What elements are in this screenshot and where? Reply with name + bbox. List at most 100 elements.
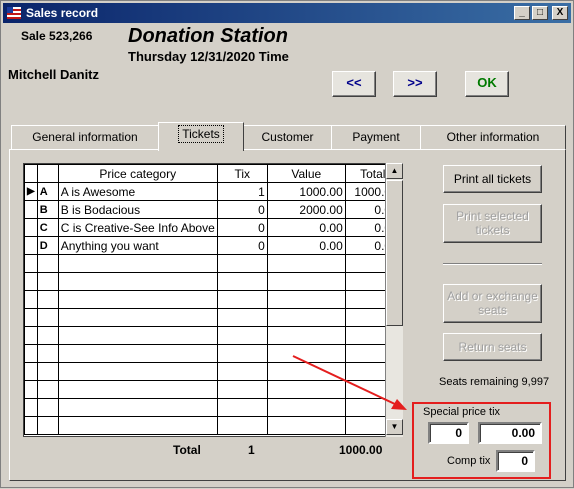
tix-cell[interactable]: 1	[216, 182, 268, 201]
tix-cell[interactable]: 0	[216, 200, 268, 219]
empty-cell[interactable]	[57, 272, 218, 291]
tix-cell[interactable]: 0	[216, 218, 268, 237]
price-category-cell[interactable]: A is Awesome	[57, 182, 218, 201]
return-seats-button[interactable]: Return seats	[443, 333, 542, 361]
empty-cell[interactable]	[24, 398, 38, 417]
grid-scrollbar[interactable]: ▲ ▼	[385, 163, 403, 437]
empty-cell[interactable]	[216, 254, 268, 273]
empty-table-row[interactable]	[24, 416, 401, 435]
empty-table-row[interactable]	[24, 398, 401, 417]
price-category-cell[interactable]: C is Creative-See Info Above	[57, 218, 218, 237]
tickets-grid[interactable]: Price category Tix Value Total ▶ A A is Aw…	[23, 163, 403, 437]
row-selector-icon[interactable]: ▶	[24, 182, 38, 201]
empty-cell[interactable]	[216, 326, 268, 345]
scroll-thumb[interactable]	[386, 180, 403, 326]
previous-record-button[interactable]: <<	[332, 71, 376, 97]
empty-cell[interactable]	[36, 416, 59, 435]
print-selected-tickets-button[interactable]: Print selected tickets	[443, 204, 542, 243]
empty-cell[interactable]	[36, 254, 59, 273]
tab-payment[interactable]: Payment	[331, 125, 421, 150]
empty-cell[interactable]	[266, 290, 346, 309]
empty-cell[interactable]	[36, 398, 59, 417]
empty-table-row[interactable]	[24, 308, 401, 327]
next-record-button[interactable]: >>	[393, 71, 437, 97]
empty-cell[interactable]	[57, 290, 218, 309]
empty-cell[interactable]	[216, 308, 268, 327]
empty-cell[interactable]	[36, 326, 59, 345]
value-cell[interactable]: 0.00	[266, 236, 346, 255]
empty-table-row[interactable]	[24, 272, 401, 291]
empty-cell[interactable]	[24, 344, 38, 363]
empty-table-row[interactable]	[24, 326, 401, 345]
empty-cell[interactable]	[36, 272, 59, 291]
empty-cell[interactable]	[57, 344, 218, 363]
empty-cell[interactable]	[24, 254, 38, 273]
empty-table-row[interactable]	[24, 344, 401, 363]
empty-cell[interactable]	[216, 380, 268, 399]
tab-general-information[interactable]: General information	[11, 125, 159, 150]
empty-cell[interactable]	[57, 362, 218, 381]
empty-cell[interactable]	[24, 416, 38, 435]
empty-cell[interactable]	[216, 290, 268, 309]
empty-cell[interactable]	[36, 380, 59, 399]
empty-table-row[interactable]	[24, 254, 401, 273]
scroll-up-icon[interactable]: ▲	[386, 163, 403, 179]
value-cell[interactable]: 2000.00	[266, 200, 346, 219]
empty-cell[interactable]	[36, 344, 59, 363]
empty-cell[interactable]	[266, 326, 346, 345]
empty-cell[interactable]	[24, 308, 38, 327]
row-selector-icon[interactable]	[24, 218, 38, 237]
empty-cell[interactable]	[216, 398, 268, 417]
minimize-button[interactable]: _	[514, 6, 530, 20]
row-id[interactable]: B	[36, 200, 59, 219]
empty-cell[interactable]	[36, 308, 59, 327]
empty-cell[interactable]	[266, 254, 346, 273]
value-cell[interactable]: 0.00	[266, 218, 346, 237]
table-row[interactable]: CC is Creative-See Info Above00.000.00	[24, 218, 401, 237]
empty-cell[interactable]	[266, 380, 346, 399]
price-category-cell[interactable]: Anything you want	[57, 236, 218, 255]
value-cell[interactable]: 1000.00	[266, 182, 346, 201]
scroll-down-icon[interactable]: ▼	[386, 419, 403, 435]
row-id[interactable]: D	[36, 236, 59, 255]
empty-table-row[interactable]	[24, 362, 401, 381]
empty-cell[interactable]	[216, 362, 268, 381]
empty-cell[interactable]	[266, 308, 346, 327]
empty-table-row[interactable]	[24, 380, 401, 399]
row-id[interactable]: C	[36, 218, 59, 237]
tab-tickets[interactable]: Tickets	[158, 122, 244, 151]
special-price-count-field[interactable]: 0	[428, 422, 469, 444]
empty-cell[interactable]	[57, 380, 218, 399]
empty-cell[interactable]	[57, 308, 218, 327]
comp-tix-field[interactable]: 0	[496, 450, 535, 472]
empty-cell[interactable]	[24, 272, 38, 291]
empty-cell[interactable]	[36, 290, 59, 309]
empty-cell[interactable]	[36, 362, 59, 381]
empty-cell[interactable]	[57, 254, 218, 273]
empty-table-row[interactable]	[24, 290, 401, 309]
empty-cell[interactable]	[57, 416, 218, 435]
close-button[interactable]: X	[552, 6, 568, 20]
empty-cell[interactable]	[216, 416, 268, 435]
empty-cell[interactable]	[266, 398, 346, 417]
ok-button[interactable]: OK	[465, 71, 509, 97]
table-row[interactable]: DAnything you want00.000.00	[24, 236, 401, 255]
empty-cell[interactable]	[24, 326, 38, 345]
empty-cell[interactable]	[24, 290, 38, 309]
add-or-exchange-seats-button[interactable]: Add or exchange seats	[443, 284, 542, 323]
title-bar[interactable]: Sales record _ □ X	[3, 3, 571, 23]
maximize-button[interactable]: □	[532, 6, 548, 20]
empty-cell[interactable]	[266, 272, 346, 291]
row-selector-icon[interactable]	[24, 236, 38, 255]
special-price-amount-field[interactable]: 0.00	[478, 422, 542, 444]
empty-cell[interactable]	[57, 398, 218, 417]
row-id[interactable]: A	[36, 182, 59, 201]
empty-cell[interactable]	[266, 416, 346, 435]
table-row[interactable]: ▶ A A is Awesome 1 1000.00 1000.00	[24, 182, 401, 201]
tix-cell[interactable]: 0	[216, 236, 268, 255]
empty-cell[interactable]	[216, 344, 268, 363]
table-row[interactable]: BB is Bodacious02000.000.00	[24, 200, 401, 219]
empty-cell[interactable]	[266, 362, 346, 381]
empty-cell[interactable]	[24, 362, 38, 381]
tab-customer[interactable]: Customer	[243, 125, 332, 150]
